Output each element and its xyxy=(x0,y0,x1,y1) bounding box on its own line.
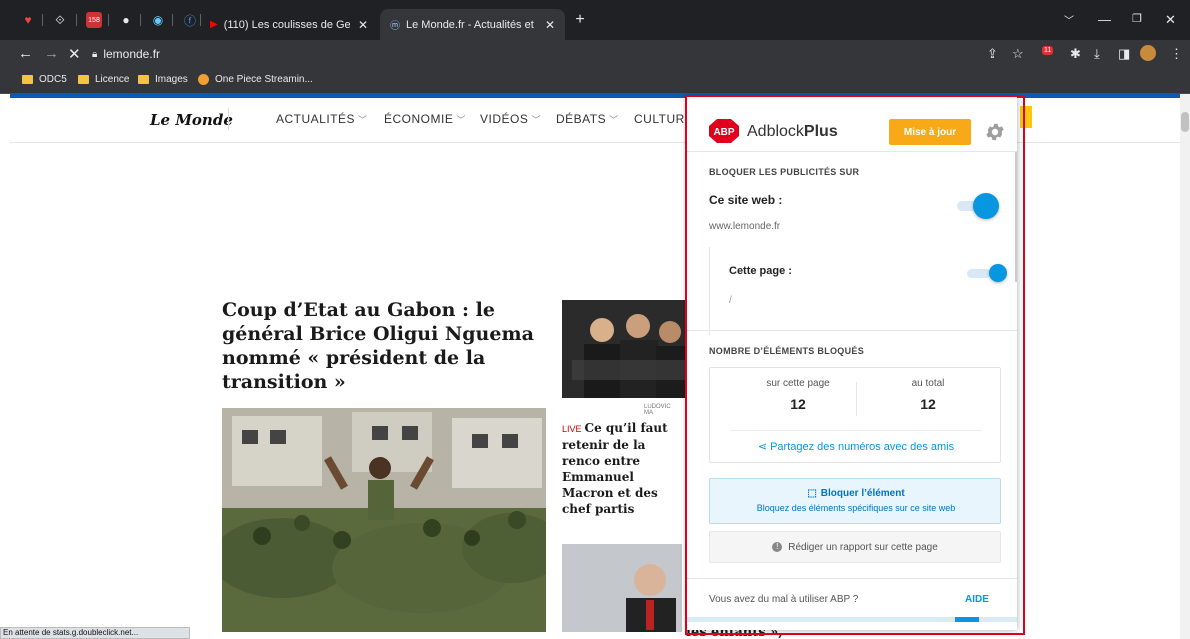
menu-label: DÉBATS xyxy=(556,112,607,126)
chevron-down-icon: ﹀ xyxy=(358,115,368,125)
back-icon[interactable]: ← xyxy=(18,45,33,62)
extension-icon[interactable]: ♥ xyxy=(20,12,36,28)
tab-separator xyxy=(76,14,77,26)
lead-article: Coup d’Etat au Gabon : le général Brice … xyxy=(209,280,702,632)
bookmark-licence[interactable]: Licence xyxy=(78,74,129,85)
page-scrollbar[interactable] xyxy=(1180,94,1190,639)
download-icon[interactable]: ⤓ xyxy=(1094,46,1100,62)
scrollbar-thumb[interactable] xyxy=(1181,112,1189,132)
menu-debats[interactable]: DÉBATS ﹀ xyxy=(556,112,619,126)
chevron-down-icon: ﹀ xyxy=(609,115,619,125)
more-menu-icon[interactable]: ⋮ xyxy=(1170,46,1183,62)
status-bar: En attente de stats.g.doubleclick.net... xyxy=(0,627,190,639)
side-article-photo[interactable] xyxy=(562,300,702,398)
lock-icon: 🔒︎ xyxy=(92,48,98,60)
tab-separator xyxy=(42,14,43,26)
bookmark-one-piece[interactable]: One Piece Streamin... xyxy=(198,74,313,85)
bookmark-label: Images xyxy=(155,74,188,85)
article-photo[interactable] xyxy=(222,408,546,632)
browser-toolbar: ← → ✕ 🔒︎ lemonde.fr ⇪ ☆ 11 ✱ ⤓ ◨ ⋮ xyxy=(0,40,1190,68)
close-icon[interactable]: ✕ xyxy=(545,18,555,32)
extensions-puzzle-icon[interactable]: ✱ xyxy=(1070,46,1081,62)
youtube-icon: ▶ xyxy=(210,19,218,30)
tab-lemonde[interactable]: ⓜ Le Monde.fr - Actualités et Infos ✕ xyxy=(380,9,565,40)
address-bar[interactable]: 🔒︎ lemonde.fr xyxy=(92,44,972,64)
pinned-tab-badge-icon[interactable]: 158 xyxy=(86,12,102,28)
folder-icon xyxy=(78,75,89,84)
pinned-tab-icon[interactable]: ⟐ xyxy=(52,12,68,28)
menu-economie[interactable]: ÉCONOMIE ﹀ xyxy=(384,112,466,126)
menu-actualites[interactable]: ACTUALITÉS ﹀ xyxy=(276,112,368,126)
facebook-icon[interactable]: ⓕ xyxy=(182,12,198,28)
minimize-icon[interactable]: — xyxy=(1098,12,1111,27)
pinned-tab-icon[interactable]: ◉ xyxy=(150,12,166,28)
third-article-photo[interactable] xyxy=(562,544,682,632)
crowd-photo-image xyxy=(222,408,546,632)
avatar[interactable] xyxy=(1140,45,1156,61)
bookmark-images[interactable]: Images xyxy=(138,74,188,85)
tab-title: (110) Les coulisses de Genshin Im xyxy=(223,18,350,31)
forward-icon[interactable]: → xyxy=(44,45,59,62)
menu-label: ACTUALITÉS xyxy=(276,112,356,126)
folder-icon xyxy=(22,75,33,84)
share-icon[interactable]: ⇪ xyxy=(987,46,998,62)
bookmark-label: ODC5 xyxy=(39,74,67,85)
tab-title: Le Monde.fr - Actualités et Infos xyxy=(406,18,537,31)
lemonde-favicon-icon: ⓜ xyxy=(390,21,400,32)
window-close-icon[interactable]: ✕ xyxy=(1165,12,1176,28)
live-badge: LIVE xyxy=(562,424,582,434)
chevron-down-icon: ﹀ xyxy=(531,115,541,125)
photo-credit: LUDOVIC MA xyxy=(644,404,671,416)
browser-tab-bar: ♥ ⟐ 158 ● ◉ ⓕ ▶ (110) Les coulisses de G… xyxy=(0,0,1190,40)
folder-icon xyxy=(138,75,149,84)
bookmark-odc5[interactable]: ODC5 xyxy=(22,74,67,85)
bookmarks-bar: ODC5 Licence Images One Piece Streamin..… xyxy=(0,68,1190,94)
portrait-image xyxy=(562,544,682,632)
close-icon[interactable]: ✕ xyxy=(358,18,368,32)
menu-videos[interactable]: VIDÉOS ﹀ xyxy=(480,112,541,126)
side-article-title[interactable]: LIVE Ce qu’il faut retenir de la renco en… xyxy=(562,420,687,517)
menu-label: VIDÉOS xyxy=(480,112,529,126)
side-article-text: Ce qu’il faut retenir de la renco entre … xyxy=(562,421,668,516)
bookmark-label: Licence xyxy=(95,74,130,85)
article-headline[interactable]: Coup d’Etat au Gabon : le général Brice … xyxy=(222,298,547,394)
tab-separator xyxy=(172,14,173,26)
tab-genshin[interactable]: ▶ (110) Les coulisses de Genshin Im ✕ xyxy=(200,9,378,40)
bookmark-label: One Piece Streamin... xyxy=(215,74,313,85)
stop-loading-icon[interactable]: ✕ xyxy=(68,45,81,63)
url-text: lemonde.fr xyxy=(103,47,161,61)
abp-extension-icon[interactable]: 11 xyxy=(1042,46,1054,55)
side-panel-icon[interactable]: ◨ xyxy=(1118,46,1130,62)
github-icon[interactable]: ● xyxy=(118,12,134,28)
ext-badge-count: 11 xyxy=(1044,47,1052,54)
highlight-outline xyxy=(685,95,1025,635)
site-favicon-icon xyxy=(198,74,209,85)
restore-icon[interactable]: ❐ xyxy=(1132,12,1142,25)
menu-label: ÉCONOMIE xyxy=(384,112,454,126)
tab-separator xyxy=(108,14,109,26)
bookmark-star-icon[interactable]: ☆ xyxy=(1012,46,1024,62)
new-tab-button[interactable]: + xyxy=(572,11,588,28)
divider xyxy=(228,108,229,130)
chevron-down-icon: ﹀ xyxy=(456,115,466,125)
tab-badge-count: 158 xyxy=(88,16,100,24)
press-conference-image xyxy=(562,300,702,398)
le-monde-logo[interactable]: Le Monde xyxy=(150,111,233,129)
chevron-down-icon[interactable]: ﹀ xyxy=(1064,12,1074,27)
tab-separator xyxy=(140,14,141,26)
